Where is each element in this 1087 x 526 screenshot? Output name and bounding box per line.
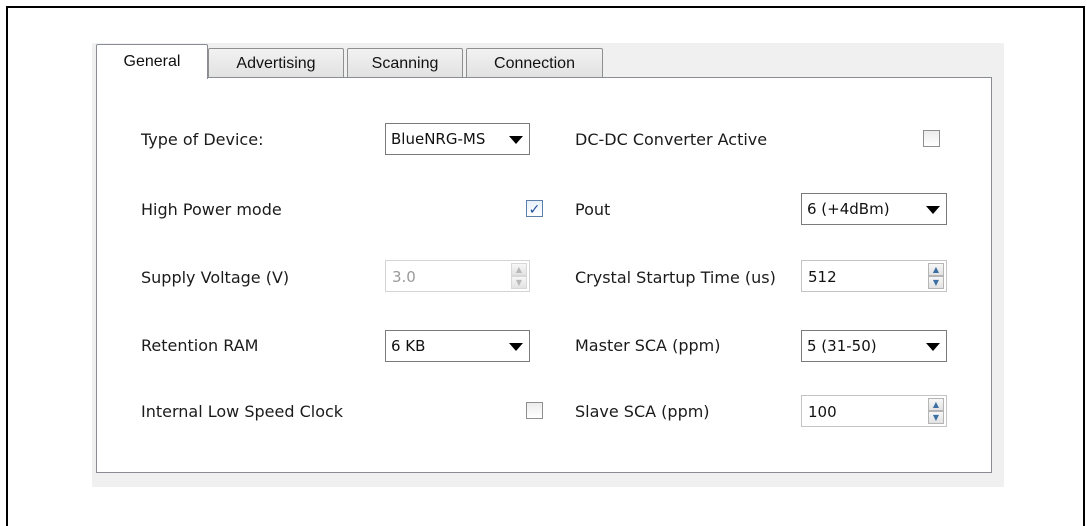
crystal-startup-spinner[interactable]: 512 ▲ ▼ bbox=[801, 260, 947, 292]
tab-connection[interactable]: Connection bbox=[466, 48, 603, 78]
spin-down-button[interactable]: ▼ bbox=[928, 276, 944, 289]
slave-sca-label: Slave SCA (ppm) bbox=[575, 402, 710, 421]
internal-lsc-checkbox[interactable] bbox=[526, 402, 543, 419]
type-of-device-select[interactable]: BlueNRG-MS bbox=[385, 123, 530, 155]
check-icon: ✓ bbox=[528, 200, 541, 217]
retention-ram-select[interactable]: 6 KB bbox=[385, 330, 530, 362]
master-sca-value: 5 (31-50) bbox=[807, 337, 877, 355]
chevron-down-icon bbox=[503, 124, 529, 154]
crystal-startup-value: 512 bbox=[808, 268, 837, 286]
internal-lsc-label: Internal Low Speed Clock bbox=[141, 402, 344, 421]
supply-voltage-value: 3.0 bbox=[392, 268, 416, 286]
spin-arrows-icon: ▲ ▼ bbox=[928, 263, 944, 289]
tab-scanning[interactable]: Scanning bbox=[347, 48, 463, 78]
high-power-mode-label: High Power mode bbox=[141, 200, 282, 219]
chevron-down-icon bbox=[503, 331, 529, 361]
tab-general[interactable]: General bbox=[96, 44, 208, 79]
chevron-down-icon bbox=[920, 331, 946, 361]
supply-voltage-spinner[interactable]: 3.0 ▲ ▼ bbox=[385, 260, 530, 292]
slave-sca-spinner[interactable]: 100 ▲ ▼ bbox=[801, 395, 947, 427]
general-panel: Type of Device: BlueNRG-MS High Power mo… bbox=[96, 77, 992, 473]
spin-up-button[interactable]: ▲ bbox=[928, 263, 944, 276]
spin-down-button[interactable]: ▼ bbox=[928, 411, 944, 424]
master-sca-label: Master SCA (ppm) bbox=[575, 336, 721, 355]
crystal-startup-label: Crystal Startup Time (us) bbox=[575, 268, 776, 287]
type-of-device-value: BlueNRG-MS bbox=[391, 130, 486, 148]
type-of-device-label: Type of Device: bbox=[141, 130, 264, 149]
tab-advertising[interactable]: Advertising bbox=[208, 48, 344, 78]
slave-sca-value: 100 bbox=[808, 403, 837, 421]
retention-ram-value: 6 KB bbox=[391, 337, 426, 355]
dcdc-checkbox[interactable] bbox=[923, 130, 940, 147]
supply-voltage-label: Supply Voltage (V) bbox=[141, 268, 290, 287]
pout-label: Pout bbox=[575, 200, 611, 219]
spin-arrows-icon: ▲ ▼ bbox=[928, 398, 944, 424]
spin-arrows-icon: ▲ ▼ bbox=[511, 263, 527, 289]
master-sca-select[interactable]: 5 (31-50) bbox=[801, 330, 947, 362]
high-power-mode-checkbox[interactable]: ✓ bbox=[526, 200, 543, 217]
pout-value: 6 (+4dBm) bbox=[807, 200, 890, 218]
spin-up-button[interactable]: ▲ bbox=[928, 398, 944, 411]
pout-select[interactable]: 6 (+4dBm) bbox=[801, 193, 947, 225]
spin-up-button[interactable]: ▲ bbox=[511, 263, 527, 276]
spin-down-button[interactable]: ▼ bbox=[511, 276, 527, 289]
dcdc-label: DC-DC Converter Active bbox=[575, 130, 768, 149]
chevron-down-icon bbox=[920, 194, 946, 224]
retention-ram-label: Retention RAM bbox=[141, 336, 259, 355]
